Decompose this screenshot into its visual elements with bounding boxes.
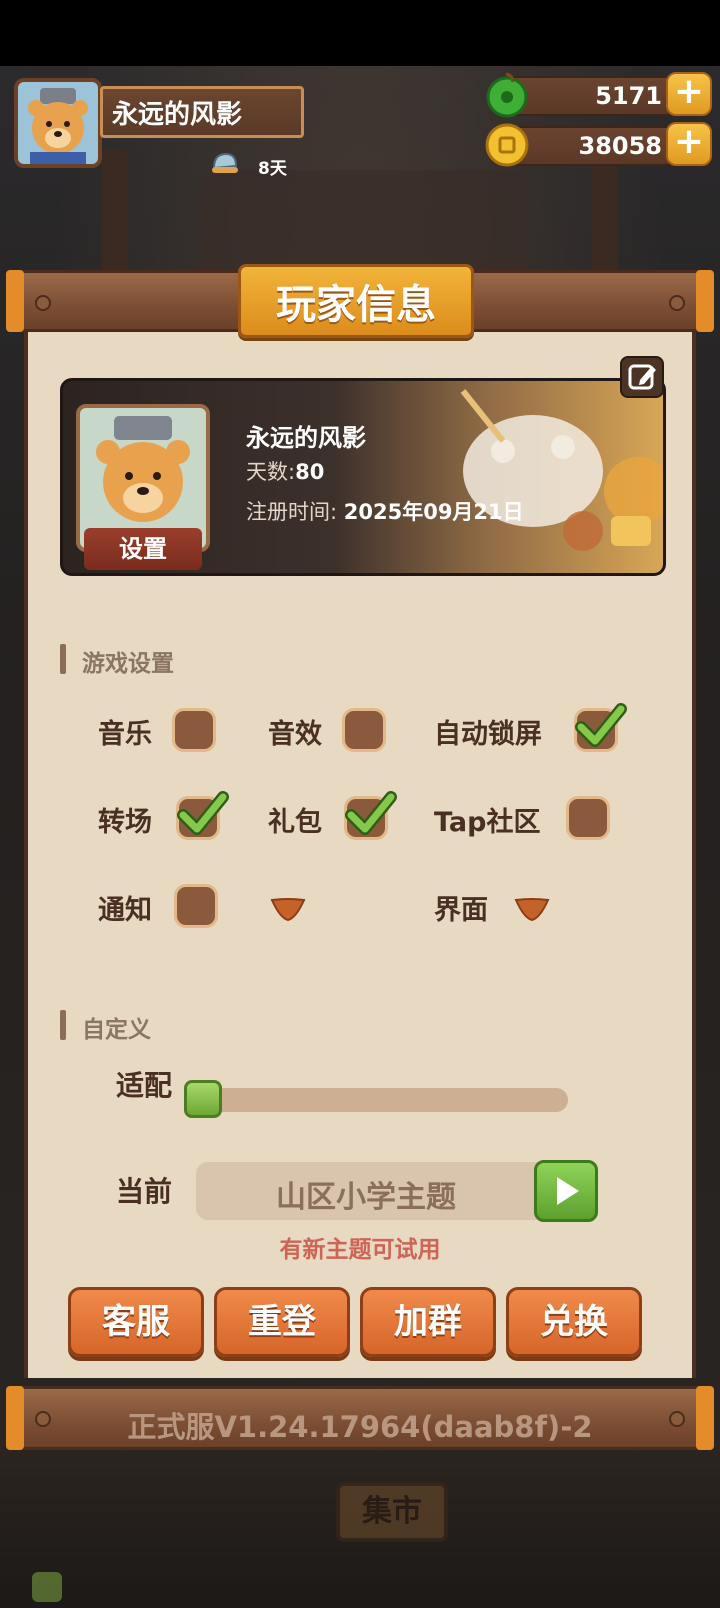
checkbox-auto-lock[interactable] bbox=[574, 703, 627, 752]
avatar-settings-button[interactable]: 设置 bbox=[84, 528, 202, 570]
player-name: 永远的风影 bbox=[112, 100, 243, 130]
edit-icon bbox=[628, 364, 656, 390]
option-label-auto-lock: 自动锁屏 bbox=[434, 719, 542, 750]
days-label: 天数: bbox=[246, 460, 296, 484]
play-icon bbox=[557, 1177, 579, 1205]
interface-dropdown[interactable] bbox=[514, 896, 550, 922]
coin-amount: 38058 bbox=[578, 132, 663, 160]
option-label-gift: 礼包 bbox=[268, 807, 322, 838]
relogin-button[interactable]: 重登 bbox=[214, 1287, 350, 1357]
checkbox-tap-community[interactable] bbox=[566, 796, 610, 840]
redeem-button[interactable]: 兑换 bbox=[506, 1287, 642, 1357]
checkbox-sfx[interactable] bbox=[342, 708, 386, 752]
register-value: 2025年09月21日 bbox=[343, 500, 524, 524]
helmet-icon bbox=[210, 148, 240, 178]
check-icon bbox=[177, 791, 229, 835]
chevron-down-icon bbox=[270, 898, 306, 922]
add-jade-button[interactable]: + bbox=[666, 72, 712, 116]
current-theme-name: 山区小学主题 bbox=[276, 1180, 456, 1215]
game-settings-title: 游戏设置 bbox=[82, 651, 174, 677]
option-label-sfx: 音效 bbox=[268, 719, 322, 750]
edit-profile-button[interactable] bbox=[620, 356, 664, 398]
market-sign: 集市 bbox=[336, 1482, 448, 1542]
player-avatar[interactable] bbox=[14, 78, 102, 168]
adapt-slider-track[interactable] bbox=[186, 1088, 568, 1112]
dropdown-toggle[interactable] bbox=[270, 896, 306, 922]
days-value: 80 bbox=[295, 460, 325, 484]
plank-cap bbox=[696, 270, 714, 332]
option-label-tap-community: Tap社区 bbox=[434, 807, 541, 838]
customer-service-button[interactable]: 客服 bbox=[68, 1287, 204, 1357]
chevron-down-icon bbox=[514, 898, 550, 922]
bear-portrait-icon bbox=[80, 408, 206, 548]
option-label-music: 音乐 bbox=[98, 719, 152, 750]
checkbox-notification[interactable] bbox=[174, 884, 218, 928]
profile-name: 永远的风影 bbox=[246, 424, 366, 452]
adapt-label: 适配 bbox=[116, 1069, 173, 1102]
profile-days: 天数:80 bbox=[246, 456, 324, 486]
new-theme-hint: 有新主题可试用 bbox=[279, 1237, 441, 1263]
bear-face-icon bbox=[18, 82, 98, 164]
checkbox-gift[interactable] bbox=[344, 791, 397, 840]
plank-cap bbox=[6, 270, 24, 332]
coin-icon bbox=[484, 122, 530, 168]
check-icon bbox=[345, 791, 397, 835]
checkbox-music[interactable] bbox=[172, 708, 216, 752]
section-marker bbox=[60, 644, 66, 674]
theme-play-button[interactable] bbox=[534, 1160, 598, 1222]
jade-amount: 5171 bbox=[595, 82, 662, 110]
section-marker bbox=[60, 1010, 66, 1040]
panel-title: 玩家信息 bbox=[276, 282, 436, 328]
current-theme-label: 当前 bbox=[116, 1175, 173, 1208]
jade-icon bbox=[484, 72, 530, 118]
option-label-transition: 转场 bbox=[98, 807, 152, 838]
check-icon bbox=[575, 703, 627, 747]
version-label: 正式服V1.24.17964(daab8f)-2 bbox=[127, 1410, 593, 1444]
custom-title: 自定义 bbox=[82, 1017, 151, 1043]
profile-register-time: 注册时间: 2025年09月21日 bbox=[246, 496, 524, 526]
join-group-button[interactable]: 加群 bbox=[360, 1287, 496, 1357]
option-label-notification: 通知 bbox=[98, 895, 152, 926]
days-badge: 8天 bbox=[258, 159, 287, 179]
register-label: 注册时间: bbox=[246, 500, 338, 524]
add-coin-button[interactable]: + bbox=[666, 122, 712, 166]
checkbox-transition[interactable] bbox=[176, 791, 229, 840]
background-tile bbox=[32, 1572, 62, 1602]
adapt-slider-thumb[interactable] bbox=[184, 1080, 222, 1118]
status-bar-area bbox=[0, 0, 720, 66]
option-label-interface: 界面 bbox=[434, 895, 488, 926]
